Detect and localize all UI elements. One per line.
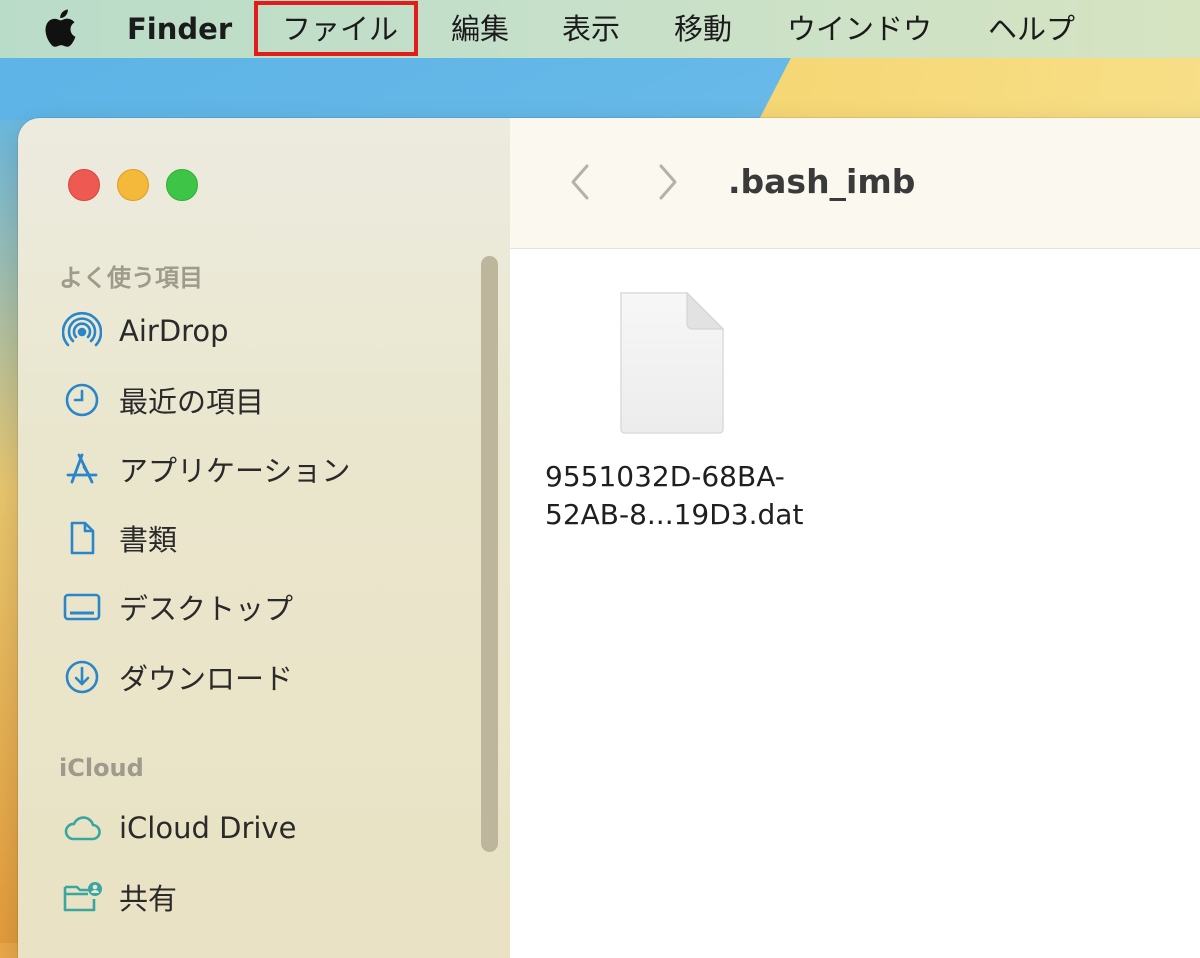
sidebar-item-documents[interactable]: 書類 xyxy=(62,516,482,560)
sidebar-item-airdrop[interactable]: AirDrop xyxy=(62,309,482,353)
chevron-left-icon[interactable] xyxy=(565,162,595,202)
sidebar-item-applications[interactable]: アプリケーション xyxy=(62,447,482,491)
menu-app-finder[interactable]: Finder xyxy=(127,9,232,49)
airdrop-icon xyxy=(62,311,102,347)
file-menu-highlight-box xyxy=(254,1,418,56)
main-content: .bash_imb 9551032D-68BA- 52AB-8...19D3.d… xyxy=(510,118,1200,958)
file-name[interactable]: 9551032D-68BA- 52AB-8...19D3.dat xyxy=(545,458,875,534)
window-toolbar: .bash_imb xyxy=(510,118,1200,249)
close-button[interactable] xyxy=(68,169,100,201)
file-name-line-2: 52AB-8...19D3.dat xyxy=(545,498,804,531)
document-icon xyxy=(70,521,95,555)
zoom-button[interactable] xyxy=(166,169,198,201)
menu-view[interactable]: 表示 xyxy=(562,9,620,49)
desktop-icon xyxy=(63,593,101,621)
minimize-button[interactable] xyxy=(117,169,149,201)
chevron-right-icon[interactable] xyxy=(653,162,683,202)
cloud-icon xyxy=(64,816,101,841)
menu-window[interactable]: ウインドウ xyxy=(787,9,932,49)
menu-edit[interactable]: 編集 xyxy=(451,9,509,49)
sidebar-item-label: ダウンロード xyxy=(119,662,294,696)
sidebar-item-label: 書類 xyxy=(119,523,178,557)
sidebar-item-label: 最近の項目 xyxy=(119,385,265,419)
sidebar-item-label: iCloud Drive xyxy=(119,811,297,845)
sidebar-item-downloads[interactable]: ダウンロード xyxy=(62,655,482,699)
clock-icon xyxy=(65,383,99,417)
finder-window: よく使う項目 AirDrop 最近の項目 アプリケーション 書類 デスクトップ … xyxy=(18,118,1200,958)
sidebar-item-desktop[interactable]: デスクトップ xyxy=(62,585,482,629)
sidebar-item-icloud-drive[interactable]: iCloud Drive xyxy=(62,806,482,850)
shared-folder-icon xyxy=(63,882,102,912)
sidebar-item-label: 共有 xyxy=(119,882,178,916)
sidebar-item-label: AirDrop xyxy=(119,314,229,348)
sidebar-item-recents[interactable]: 最近の項目 xyxy=(62,378,482,422)
favorites-section-title: よく使う項目 xyxy=(59,264,203,292)
generic-file-icon[interactable] xyxy=(617,289,727,435)
sidebar-item-label: デスクトップ xyxy=(119,592,294,626)
menu-go[interactable]: 移動 xyxy=(674,9,732,49)
applications-icon xyxy=(66,453,98,484)
apple-logo-icon[interactable] xyxy=(41,8,77,48)
folder-title: .bash_imb xyxy=(728,162,916,201)
menu-bar: Finder ファイル 編集 表示 移動 ウインドウ ヘルプ xyxy=(0,0,1200,58)
icloud-section-title: iCloud xyxy=(59,754,144,782)
sidebar-item-label: アプリケーション xyxy=(119,454,351,488)
download-icon xyxy=(65,660,99,694)
sidebar: よく使う項目 AirDrop 最近の項目 アプリケーション 書類 デスクトップ … xyxy=(18,118,511,958)
file-name-line-1: 9551032D-68BA- xyxy=(545,460,785,493)
sidebar-scrollbar[interactable] xyxy=(481,256,498,852)
menu-help[interactable]: ヘルプ xyxy=(988,9,1075,49)
sidebar-item-shared[interactable]: 共有 xyxy=(62,875,482,919)
